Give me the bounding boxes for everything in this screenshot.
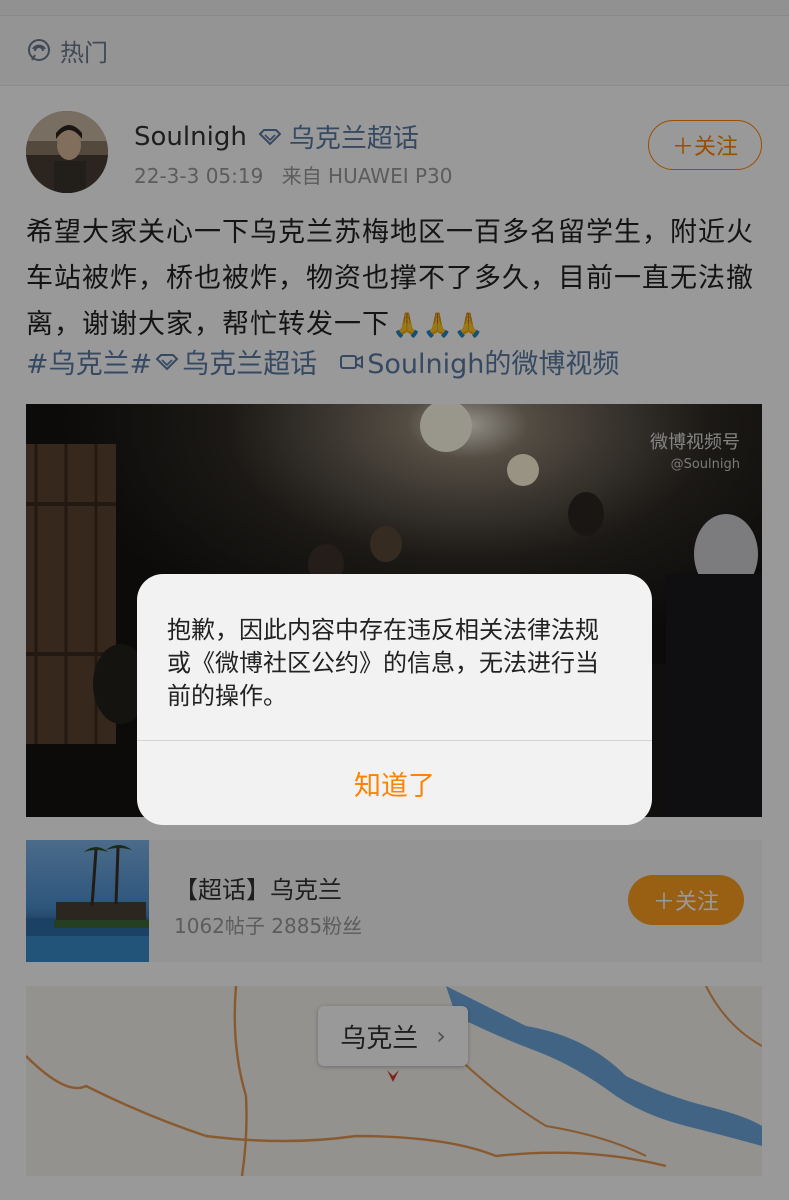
alert-message: 抱歉，因此内容中存在违反相关法律法规或《微博社区公约》的信息，无法进行当前的操作… [167,616,599,710]
alert-dialog: 抱歉，因此内容中存在违反相关法律法规或《微博社区公约》的信息，无法进行当前的操作… [137,574,652,825]
alert-ok-button[interactable]: 知道了 [137,741,652,825]
